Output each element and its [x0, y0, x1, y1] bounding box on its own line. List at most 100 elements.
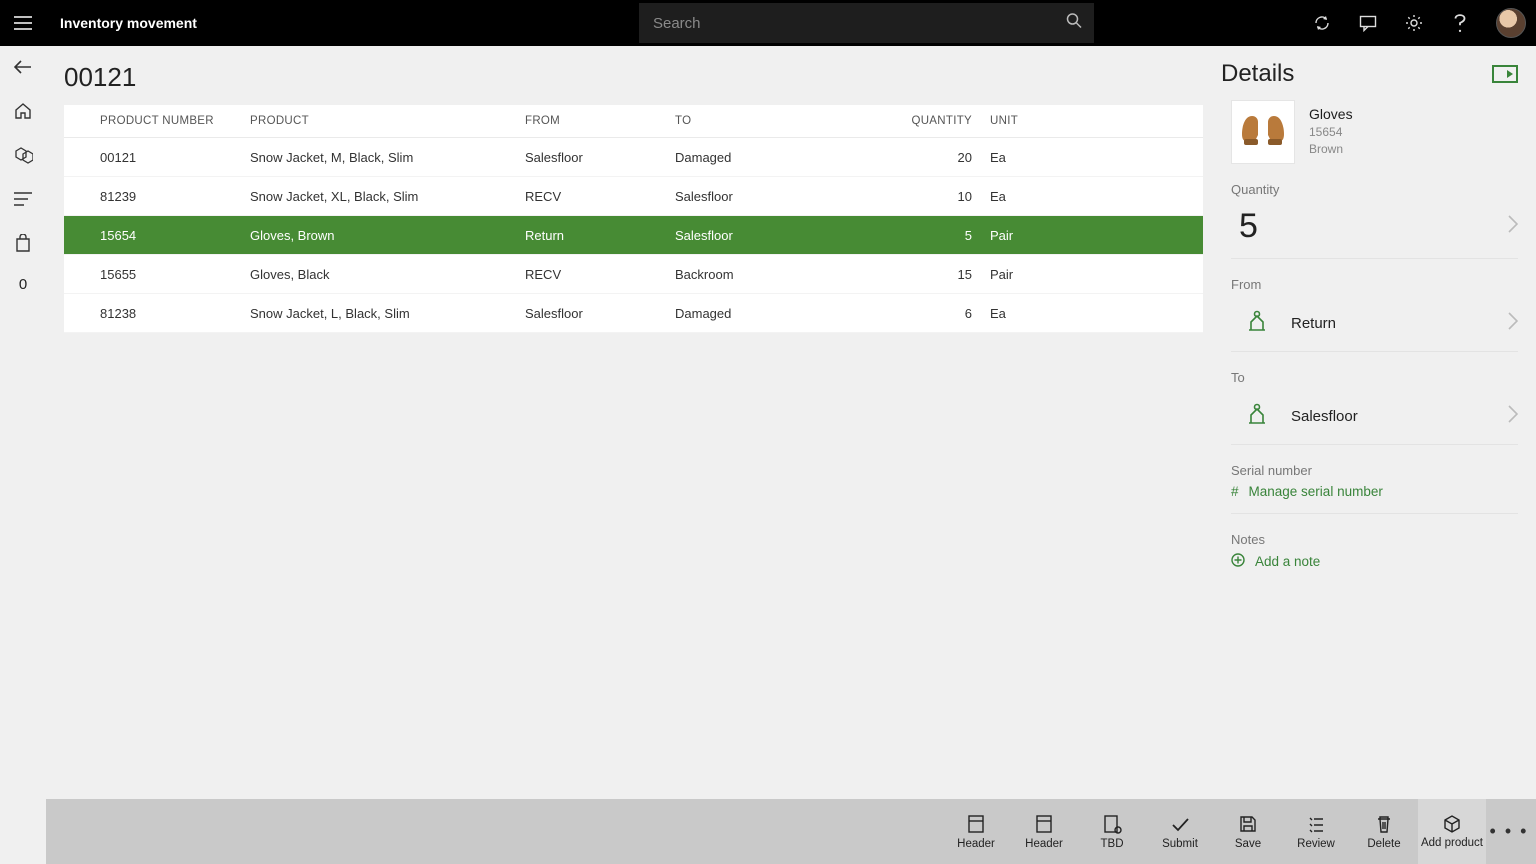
header-button-1-label: Header [957, 838, 995, 850]
product-meta: Gloves 15654 Brown [1309, 106, 1353, 158]
quantity-value: 5 [1239, 207, 1258, 246]
cell-quantity: 5 [910, 228, 990, 243]
help-icon[interactable] [1450, 13, 1470, 33]
cell-unit: Ea [990, 189, 1060, 204]
cell-quantity: 20 [910, 150, 990, 165]
add-product-button[interactable]: Add product [1418, 799, 1486, 864]
cell-product: Snow Jacket, L, Black, Slim [250, 306, 525, 321]
search-input[interactable] [639, 3, 1094, 43]
table-row[interactable]: 15655Gloves, BlackRECVBackroom15Pair [64, 255, 1203, 294]
product-thumbnail [1231, 100, 1295, 164]
table-row[interactable]: 00121Snow Jacket, M, Black, SlimSalesflo… [64, 138, 1203, 177]
cell-product-number: 81239 [100, 189, 250, 204]
back-icon[interactable] [12, 56, 34, 78]
submit-button[interactable]: Submit [1146, 799, 1214, 864]
col-header-product-number: PRODUCT NUMBER [100, 115, 250, 127]
cell-unit: Ea [990, 306, 1060, 321]
add-note-link[interactable]: Add a note [1231, 553, 1518, 584]
location-icon [1245, 403, 1269, 430]
cell-to: Damaged [675, 306, 910, 321]
from-location-row[interactable]: Return [1231, 296, 1518, 352]
review-button[interactable]: Review [1282, 799, 1350, 864]
table-row[interactable]: 81238Snow Jacket, L, Black, SlimSalesflo… [64, 294, 1203, 333]
cell-unit: Pair [990, 267, 1060, 282]
table-header: PRODUCT NUMBER PRODUCT FROM TO QUANTITY … [64, 105, 1203, 138]
command-bar: Header Header TBD Submit Save Review Del… [46, 799, 1536, 864]
add-product-button-label: Add product [1421, 837, 1483, 850]
cell-from: Salesfloor [525, 150, 675, 165]
bag-icon[interactable] [12, 232, 34, 254]
review-button-label: Review [1297, 838, 1335, 850]
left-nav: 0 [0, 46, 46, 864]
list-area: 00121 PRODUCT NUMBER PRODUCT FROM TO QUA… [46, 46, 1221, 799]
header-button-1[interactable]: Header [942, 799, 1010, 864]
table-row[interactable]: 15654Gloves, BrownReturnSalesfloor5Pair [64, 216, 1203, 255]
to-location-value: Salesfloor [1291, 408, 1358, 425]
save-button-label: Save [1235, 838, 1261, 850]
cell-product: Gloves, Black [250, 267, 525, 282]
tbd-button[interactable]: TBD [1078, 799, 1146, 864]
refresh-icon[interactable] [1312, 13, 1332, 33]
document-id: 00121 [64, 62, 1203, 93]
product-variant: Brown [1309, 141, 1353, 158]
cell-quantity: 15 [910, 267, 990, 282]
col-header-product: PRODUCT [250, 115, 525, 127]
cell-to: Backroom [675, 267, 910, 282]
user-avatar[interactable] [1496, 8, 1526, 38]
manage-serial-link[interactable]: # Manage serial number [1231, 484, 1518, 514]
top-right-actions [1312, 0, 1526, 46]
inventory-icon[interactable] [12, 144, 34, 166]
col-header-quantity: QUANTITY [910, 115, 990, 127]
save-button[interactable]: Save [1214, 799, 1282, 864]
home-icon[interactable] [12, 100, 34, 122]
col-header-to: TO [675, 115, 910, 127]
main-area: 00121 PRODUCT NUMBER PRODUCT FROM TO QUA… [46, 46, 1536, 799]
delete-button[interactable]: Delete [1350, 799, 1418, 864]
cell-unit: Pair [990, 228, 1060, 243]
table-row[interactable]: 81239Snow Jacket, XL, Black, SlimRECVSal… [64, 177, 1203, 216]
expand-panel-icon[interactable] [1492, 65, 1518, 83]
cell-to: Salesfloor [675, 189, 910, 204]
header-button-2-label: Header [1025, 838, 1063, 850]
delete-button-label: Delete [1367, 838, 1400, 850]
cell-to: Salesfloor [675, 228, 910, 243]
nav-count-badge: 0 [19, 276, 27, 293]
location-icon [1245, 310, 1269, 337]
serial-label: Serial number [1231, 463, 1518, 478]
top-bar: Inventory movement [0, 0, 1536, 46]
plus-circle-icon [1231, 553, 1245, 570]
cell-product: Snow Jacket, M, Black, Slim [250, 150, 525, 165]
quantity-row[interactable]: 5 [1231, 201, 1518, 259]
cell-unit: Ea [990, 150, 1060, 165]
from-label: From [1231, 277, 1518, 292]
hamburger-icon [14, 16, 32, 30]
product-summary: Gloves 15654 Brown [1231, 100, 1518, 164]
notes-link-text: Add a note [1255, 554, 1320, 569]
cell-quantity: 6 [910, 306, 990, 321]
lines-icon[interactable] [12, 188, 34, 210]
chat-icon[interactable] [1358, 13, 1378, 33]
cell-from: RECV [525, 267, 675, 282]
product-number: 15654 [1309, 124, 1353, 141]
to-location-row[interactable]: Salesfloor [1231, 389, 1518, 445]
cell-from: Salesfloor [525, 306, 675, 321]
tbd-button-label: TBD [1101, 838, 1124, 850]
cell-product-number: 00121 [100, 150, 250, 165]
col-header-unit: UNIT [990, 115, 1060, 127]
ellipsis-icon: • • • [1490, 821, 1529, 842]
more-commands-button[interactable]: • • • [1486, 799, 1532, 864]
chevron-right-icon [1508, 215, 1518, 238]
quantity-label: Quantity [1231, 182, 1518, 197]
header-button-2[interactable]: Header [1010, 799, 1078, 864]
search-icon[interactable] [1066, 13, 1082, 34]
cell-product-number: 15654 [100, 228, 250, 243]
from-location-value: Return [1291, 315, 1336, 332]
hamburger-menu-button[interactable] [0, 0, 46, 46]
details-panel: Details Gloves 15654 Brown Quantity 5 [1221, 46, 1536, 799]
col-header-from: FROM [525, 115, 675, 127]
app-title: Inventory movement [60, 15, 197, 31]
cell-product: Gloves, Brown [250, 228, 525, 243]
details-title: Details [1221, 60, 1294, 88]
search-wrap [639, 3, 1094, 43]
gear-icon[interactable] [1404, 13, 1424, 33]
